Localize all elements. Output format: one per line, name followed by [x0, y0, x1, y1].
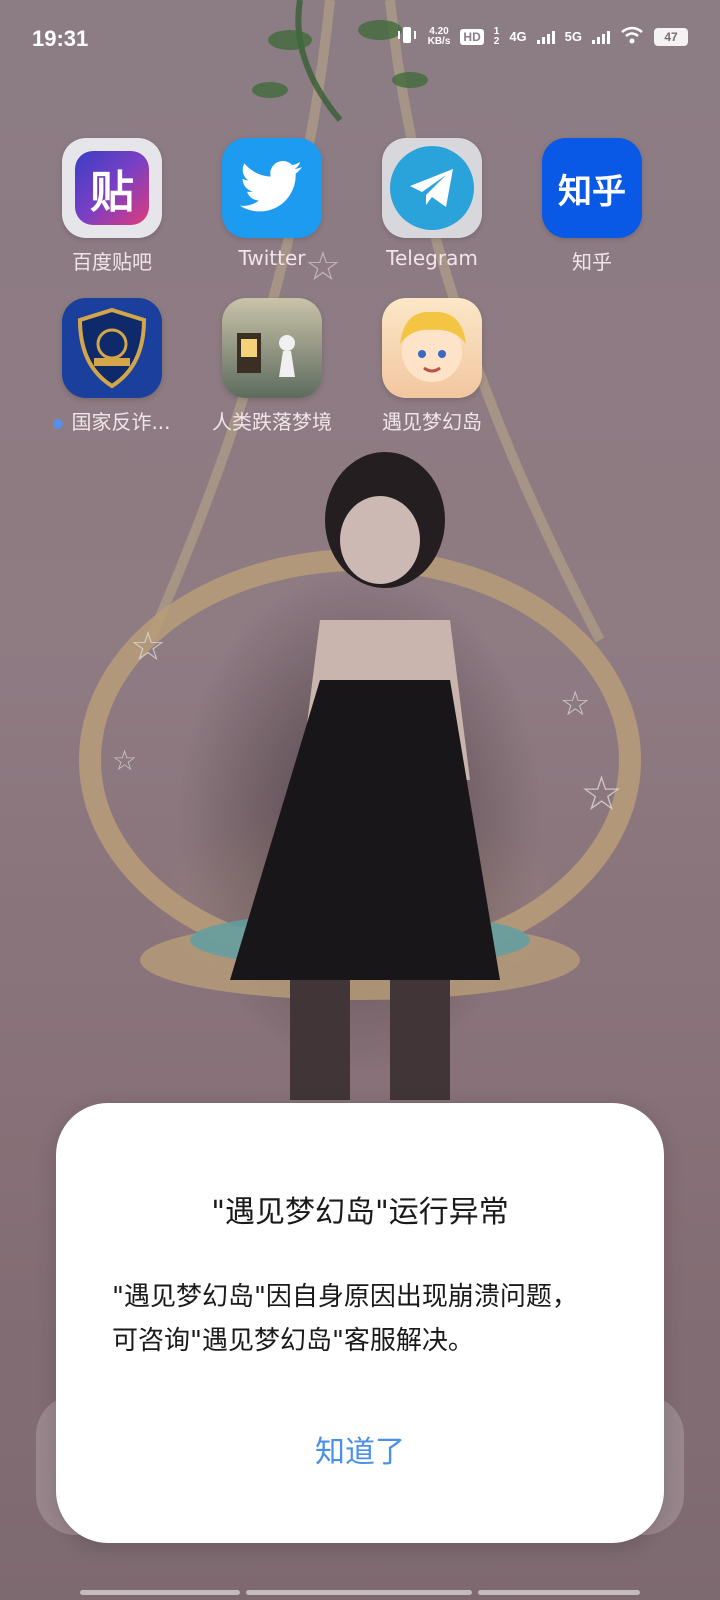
status-icons: 4.20 KB/s HD 1 2 4G 5G 47: [396, 26, 688, 47]
telegram-plane-icon: [382, 138, 482, 238]
tieba-glyph: 贴: [75, 151, 149, 225]
signal-1-icon: [536, 30, 555, 44]
twitter-bird-icon: [222, 138, 322, 238]
sim-indices: 1 2: [493, 25, 500, 47]
app-zhihu[interactable]: 知乎 知乎: [512, 138, 672, 275]
app-label: 国家反诈...: [71, 410, 171, 434]
acknowledge-button[interactable]: 知道了: [260, 1423, 460, 1483]
app-label: 百度贴吧: [72, 250, 152, 274]
network-speed: 4.20 KB/s: [427, 25, 451, 47]
signal-2-icon: [592, 30, 610, 44]
app-telegram[interactable]: Telegram: [352, 138, 512, 270]
vibrate-icon: [396, 26, 418, 47]
network-2-label: 5G: [564, 29, 582, 44]
battery-icon: 47: [654, 27, 688, 46]
status-time: 19:31: [32, 26, 89, 51]
dialog-message: "遇见梦幻岛"因自身原因出现崩溃问题， 可咨询"遇见梦幻岛"客服解决。: [112, 1275, 612, 1363]
dialog-message-line-2: 可咨询"遇见梦幻岛"客服解决。: [112, 1326, 474, 1356]
zhihu-icon: 知乎: [542, 138, 642, 238]
dream-island-game-icon: [382, 298, 482, 398]
baidu-tieba-icon: 贴: [62, 138, 162, 238]
new-install-dot: [53, 418, 64, 429]
gesture-bar-right: [478, 1590, 640, 1595]
app-label: Telegram: [386, 246, 478, 270]
hd-voice-badge: HD: [460, 28, 484, 45]
app-label: 知乎: [572, 250, 612, 274]
app-label: Twitter: [238, 246, 306, 270]
gesture-bar-left: [80, 1590, 240, 1595]
dialog-message-line-1: "遇见梦幻岛"因自身原因出现崩溃问题，: [112, 1282, 578, 1312]
speed-unit: KB/s: [427, 35, 451, 47]
app-label: 人类跌落梦境: [212, 410, 332, 434]
status-bar: 19:31 4.20 KB/s HD 1 2 4G 5G 47: [0, 0, 720, 80]
app-baidu-tieba[interactable]: 贴 百度贴吧: [32, 138, 192, 275]
app-twitter[interactable]: Twitter: [192, 138, 352, 270]
app-dream-island[interactable]: 遇见梦幻岛: [352, 298, 512, 435]
wifi-icon: [620, 26, 644, 47]
dialog-title: "遇见梦幻岛"运行异常: [211, 1195, 509, 1230]
anti-fraud-shield-icon: [62, 298, 162, 398]
app-label: 遇见梦幻岛: [382, 410, 482, 434]
sim-index-bottom: 2: [493, 35, 500, 47]
app-human-fall-flat[interactable]: 人类跌落梦境: [192, 298, 352, 435]
app-anti-fraud[interactable]: 国家反诈...: [32, 298, 192, 435]
speed-value: 4.20: [429, 25, 449, 37]
crash-dialog: "遇见梦幻岛"运行异常 "遇见梦幻岛"因自身原因出现崩溃问题， 可咨询"遇见梦幻…: [56, 1103, 664, 1543]
human-fall-flat-icon: [222, 298, 322, 398]
network-1-label: 4G: [509, 29, 527, 44]
app-label-row: 国家反诈...: [32, 406, 192, 435]
sim-index-top: 1: [493, 25, 500, 37]
gesture-bar-center[interactable]: [246, 1590, 472, 1595]
